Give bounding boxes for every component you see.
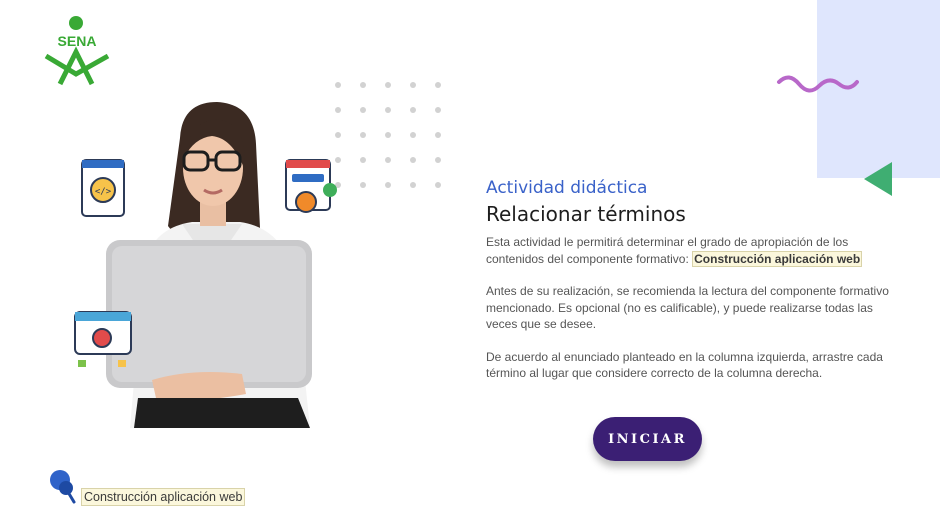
- dot-grid-decoration: [335, 82, 441, 188]
- start-button[interactable]: INICIAR: [593, 417, 702, 461]
- sena-logo-text: SENA: [58, 33, 97, 49]
- squiggle-decoration: [777, 75, 859, 93]
- component-highlight: Construcción aplicación web: [692, 250, 863, 267]
- activity-content: Actividad didáctica Relacionar términos …: [486, 176, 896, 398]
- sena-logo: SENA: [44, 16, 110, 86]
- activity-instructions: De acuerdo al enunciado planteado en la …: [486, 349, 883, 381]
- activity-label: Actividad didáctica: [486, 178, 648, 198]
- svg-text:</>: </>: [95, 187, 112, 197]
- pushpin-icon: [50, 470, 76, 504]
- code-settings-icon: </>: [81, 159, 125, 217]
- browser-gear-icon: [285, 159, 337, 213]
- activity-description: Esta actividad le permitirá determinar e…: [486, 234, 896, 267]
- woman-with-laptop-illustration: </>: [74, 102, 337, 428]
- component-name-label: Construcción aplicación web: [81, 488, 246, 506]
- activity-title: Relacionar términos: [486, 202, 686, 226]
- activity-recommendation: Antes de su realización, se recomienda l…: [486, 284, 889, 331]
